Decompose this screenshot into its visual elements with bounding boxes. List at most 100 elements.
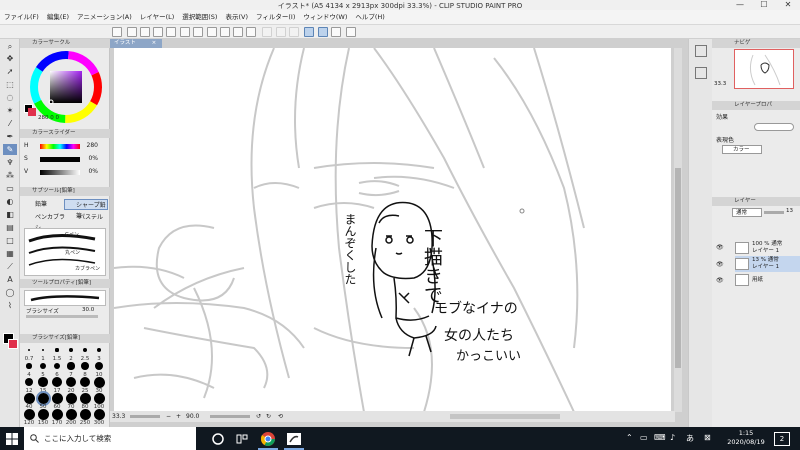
clip-studio-icon[interactable] bbox=[112, 27, 122, 37]
ime-mode[interactable]: あ bbox=[686, 433, 694, 444]
brush-size-dot[interactable] bbox=[79, 392, 91, 404]
balloon-tool-icon[interactable]: ◯ bbox=[3, 287, 17, 298]
rotate-right-icon[interactable]: ↻ bbox=[266, 411, 271, 422]
select-tool-icon[interactable]: ⬚ bbox=[3, 79, 17, 90]
brush-size-dot[interactable] bbox=[93, 392, 105, 404]
brush-size-dot[interactable] bbox=[37, 408, 49, 420]
lasso-tool-icon[interactable]: ◌ bbox=[3, 92, 17, 103]
brush-g-pen[interactable]: Gペン bbox=[65, 231, 79, 238]
export-icon[interactable] bbox=[166, 27, 176, 37]
layer-row[interactable]: 100 % 通常 レイヤー 1 bbox=[735, 240, 800, 256]
brush-size-dot[interactable] bbox=[96, 347, 102, 353]
clip-studio-taskbar-icon[interactable] bbox=[286, 431, 302, 447]
maximize-button[interactable]: ☐ bbox=[752, 0, 776, 10]
correction-tool-icon[interactable]: ⌇ bbox=[3, 300, 17, 311]
menu-edit[interactable]: 編集(E) bbox=[43, 10, 73, 25]
wheel-sub-color[interactable] bbox=[28, 108, 36, 116]
eyedropper-tool-icon[interactable]: ⁄ bbox=[3, 118, 17, 129]
ruler-tool-icon[interactable]: ⟋ bbox=[3, 261, 17, 272]
brush-size-dot[interactable] bbox=[51, 408, 63, 420]
frame-tool-icon[interactable]: ▦ bbox=[3, 248, 17, 259]
open-file-icon[interactable] bbox=[140, 27, 150, 37]
brush-size-slider[interactable] bbox=[26, 315, 98, 318]
expression-color-select[interactable]: カラー bbox=[722, 145, 762, 154]
brush-size-dot[interactable] bbox=[94, 361, 104, 371]
menu-selection[interactable]: 選択範囲(S) bbox=[178, 10, 221, 25]
opacity-slider[interactable] bbox=[764, 211, 784, 214]
brush-size-dot[interactable] bbox=[28, 349, 30, 351]
slider-v-row[interactable]: V 0% bbox=[24, 168, 108, 176]
taskbar-clock[interactable]: 1:15 2020/08/19 bbox=[724, 429, 768, 447]
blend-tool-icon[interactable]: ◐ bbox=[3, 196, 17, 207]
zoom-slider[interactable] bbox=[130, 415, 160, 418]
zoom-tool-icon[interactable]: ⌕ bbox=[3, 41, 17, 52]
horizontal-scroll-thumb[interactable] bbox=[450, 414, 560, 419]
tab-pastel[interactable]: パステル bbox=[68, 212, 108, 223]
color-wheel[interactable] bbox=[28, 49, 104, 125]
document-tab-close[interactable]: × bbox=[152, 40, 157, 46]
effect-buttons[interactable] bbox=[754, 123, 794, 131]
menu-layer[interactable]: レイヤー(L) bbox=[136, 10, 179, 25]
minimize-button[interactable]: — bbox=[728, 0, 752, 10]
layer-eye-icon-3[interactable]: 👁 bbox=[716, 277, 724, 284]
zoom-readout[interactable]: 33.3 bbox=[112, 411, 125, 422]
brush-size-dot[interactable] bbox=[26, 363, 32, 369]
menu-help[interactable]: ヘルプ(H) bbox=[351, 10, 388, 25]
zoom-in-button[interactable]: + bbox=[176, 411, 181, 422]
blend-mode-select[interactable]: 通常 bbox=[732, 208, 762, 217]
tray-show-hidden-icon[interactable]: ⌃ bbox=[626, 433, 633, 442]
rotate-left-icon[interactable]: ↺ bbox=[256, 411, 261, 422]
redo-icon[interactable] bbox=[193, 27, 203, 37]
slider-v-bar[interactable] bbox=[40, 170, 80, 175]
brush-size-dot[interactable] bbox=[65, 392, 77, 404]
taskbar-search[interactable]: ここに入力して検索 bbox=[24, 427, 196, 450]
brush-size-dot[interactable] bbox=[40, 363, 46, 369]
navigator-preview[interactable] bbox=[734, 49, 794, 89]
network-icon[interactable]: ▭ bbox=[640, 433, 648, 442]
pen-tool-icon[interactable]: ✒ bbox=[3, 131, 17, 142]
move-tool-icon[interactable]: ✥ bbox=[3, 53, 17, 64]
invert-selection-icon[interactable] bbox=[289, 27, 299, 37]
menu-window[interactable]: ウィンドウ(W) bbox=[299, 10, 351, 25]
brush-size-dot[interactable] bbox=[65, 376, 77, 388]
dock-history-icon[interactable] bbox=[695, 67, 707, 79]
slider-s-row[interactable]: S 0% bbox=[24, 155, 108, 163]
menu-file[interactable]: ファイル(F) bbox=[0, 10, 43, 25]
brush-size-dot[interactable] bbox=[38, 377, 48, 387]
menu-view[interactable]: 表示(V) bbox=[221, 10, 252, 25]
volume-icon[interactable]: ♪ bbox=[670, 433, 675, 442]
brush-size-dot[interactable] bbox=[24, 377, 34, 387]
brush-size-dot[interactable] bbox=[82, 347, 88, 353]
airbrush-tool-icon[interactable]: ⁂ bbox=[3, 170, 17, 181]
ime-pad-icon[interactable]: ⊠ bbox=[704, 433, 711, 442]
undo-icon[interactable] bbox=[180, 27, 190, 37]
vertical-scroll-thumb[interactable] bbox=[675, 168, 681, 368]
navigator-zoom[interactable]: 33.3 bbox=[714, 81, 726, 87]
fill-tool-icon[interactable]: ◧ bbox=[3, 209, 17, 220]
close-button[interactable]: ✕ bbox=[776, 0, 800, 10]
layer-opacity[interactable]: 13 bbox=[786, 208, 793, 214]
brush-size-dot[interactable] bbox=[93, 376, 105, 388]
lasso-icon[interactable] bbox=[207, 27, 217, 37]
gradient-tool-icon[interactable]: ▤ bbox=[3, 222, 17, 233]
slider-h-bar[interactable] bbox=[40, 144, 80, 149]
brush-size-dot[interactable] bbox=[55, 348, 59, 352]
tab-pen-brush[interactable]: ペンカブラシ bbox=[24, 212, 66, 232]
figure-tool-icon[interactable]: □ bbox=[3, 235, 17, 246]
deselect-icon[interactable] bbox=[262, 27, 272, 37]
brush-size-dot[interactable] bbox=[52, 377, 62, 387]
rotate-readout[interactable]: 90.0 bbox=[186, 411, 199, 422]
brush-size-dot[interactable] bbox=[41, 348, 45, 352]
rotate-slider[interactable] bbox=[210, 415, 250, 418]
brush-size-dot[interactable] bbox=[53, 362, 61, 370]
snap-guide-icon[interactable] bbox=[318, 27, 328, 37]
document-tab[interactable]: イラスト × bbox=[110, 39, 162, 48]
menu-filter[interactable]: フィルター(I) bbox=[252, 10, 299, 25]
brush-size-dot[interactable] bbox=[23, 392, 35, 404]
brush-size-dot[interactable] bbox=[81, 362, 89, 370]
save-icon[interactable] bbox=[153, 27, 163, 37]
brush-size-dot[interactable] bbox=[65, 408, 77, 420]
chrome-icon[interactable] bbox=[260, 431, 276, 447]
widgets-icon[interactable] bbox=[234, 431, 250, 447]
brush-maru-pen[interactable]: 丸ペン bbox=[65, 249, 80, 256]
